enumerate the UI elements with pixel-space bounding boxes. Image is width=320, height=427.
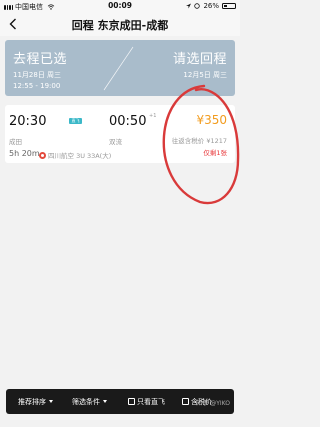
- seats-left-badge: 仅剩1张: [203, 149, 227, 157]
- return-date: 12月5日 周三: [183, 71, 227, 79]
- outbound-date: 11月28日 周三: [13, 71, 62, 79]
- filter-label: 筛选条件: [72, 397, 100, 406]
- airline-logo-icon: [39, 151, 46, 159]
- arrival-day-offset: +1: [149, 113, 157, 119]
- tax-price-checkbox[interactable]: [182, 398, 189, 405]
- header: 回程 东京成田-成都: [0, 12, 240, 36]
- alarm-icon: [194, 3, 201, 9]
- return-heading: 请选回程: [172, 52, 227, 67]
- sort-label: 推荐排序: [18, 397, 46, 406]
- airline-info: 四川航空 3U 33A(大): [39, 150, 111, 160]
- round-trip-tax-price: 往返含税价 ¥1217: [171, 137, 227, 145]
- flight-price: ¥350: [196, 113, 227, 127]
- page-title: 回程 东京成田-成都: [71, 19, 169, 32]
- arrival-airport: 双流: [109, 138, 122, 146]
- direct-only-label: 只看直飞: [137, 397, 165, 406]
- status-right: 26%: [186, 2, 236, 10]
- direct-only-toggle[interactable]: 只看直飞: [128, 389, 165, 414]
- flight-card[interactable]: 20:30 成田 直飞 00:50 +1 双流 5h 20m 四川航空 3U 3…: [5, 105, 235, 163]
- airline-name: 四川航空 3U: [48, 152, 85, 160]
- direct-badge: 直飞: [69, 118, 82, 124]
- filter-button[interactable]: 筛选条件: [72, 389, 107, 414]
- location-icon: [186, 3, 192, 9]
- caret-down-icon: [103, 400, 107, 403]
- departure-airport: 成田: [9, 138, 22, 146]
- outbound-time: 12:55 - 19:00: [13, 82, 61, 90]
- battery-icon: [222, 3, 236, 9]
- watermark: 知乎 @YIKO: [196, 400, 230, 407]
- sort-button[interactable]: 推荐排序: [18, 389, 53, 414]
- battery-label: 26%: [203, 2, 219, 10]
- departure-time: 20:30: [9, 114, 47, 129]
- outbound-heading: 去程已选: [13, 52, 68, 67]
- flight-duration: 5h 20m: [9, 149, 40, 158]
- return-trip[interactable]: 请选回程 12月5日 周三: [173, 48, 227, 80]
- trip-summary-panel: 去程已选 11月28日 周三 12:55 - 19:00 请选回程 12月5日 …: [5, 40, 235, 96]
- direct-only-checkbox[interactable]: [128, 398, 135, 405]
- outbound-trip[interactable]: 去程已选 11月28日 周三 12:55 - 19:00: [13, 48, 67, 90]
- status-bar: 中国电信 00:09 26%: [0, 0, 240, 12]
- arrival-time: 00:50: [109, 114, 147, 129]
- caret-down-icon: [49, 400, 53, 403]
- aircraft-type: 33A(大): [86, 152, 112, 160]
